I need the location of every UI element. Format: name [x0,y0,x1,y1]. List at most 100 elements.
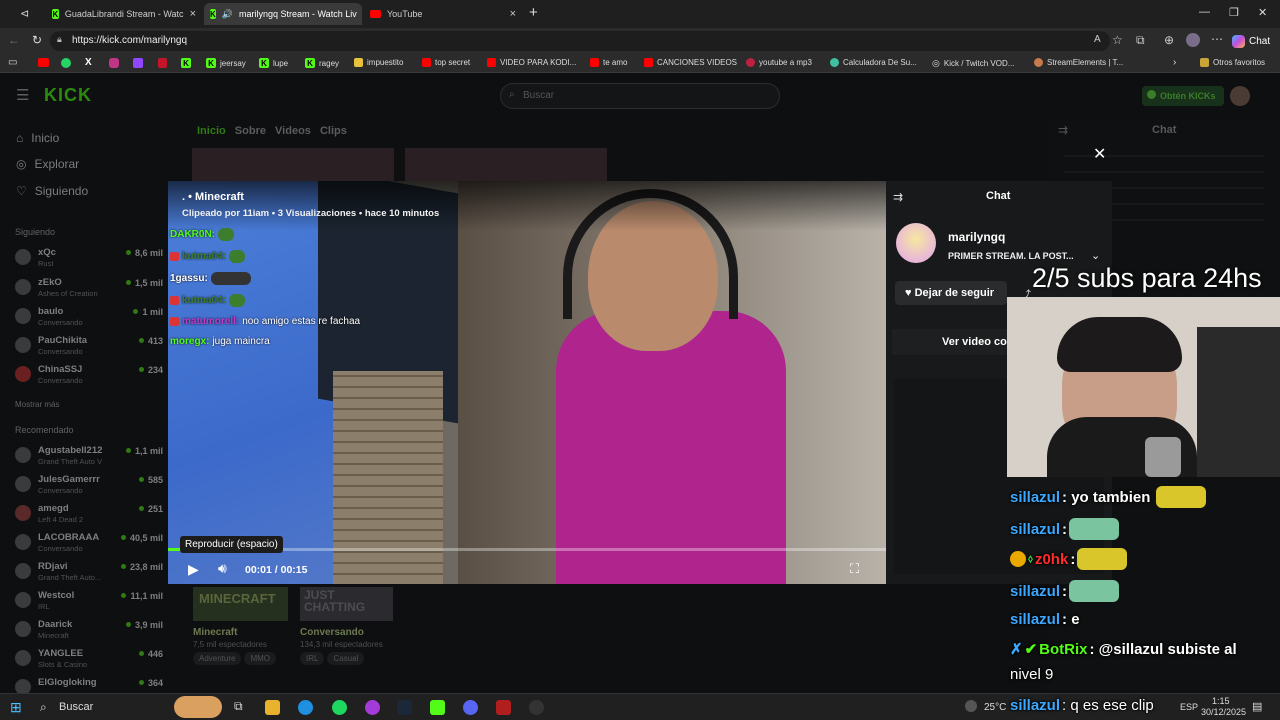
windows-start-icon[interactable]: ⊞ [10,699,22,716]
clock-time[interactable]: 1:15 [1212,696,1230,706]
channel-baulo[interactable]: baulo Conversando 1 mil [15,305,163,331]
notifications-icon[interactable]: ▤ [1252,700,1262,713]
more-menu-icon[interactable]: ⋯ [1211,32,1223,46]
back-icon[interactable]: ← [8,33,20,47]
unfollow-button[interactable]: ♥ Dejar de seguir [895,281,1007,305]
category-tag[interactable]: IRL [300,652,325,665]
sidebar-item-explorar[interactable]: ◎ Explorar [16,157,79,171]
search-highlight-image[interactable] [174,696,222,718]
kick-bookmark-icon[interactable]: K [181,58,191,68]
channel-chinassj[interactable]: ChinaSSJ Conversando 234 [15,363,163,389]
voicemod-icon[interactable] [496,700,511,715]
bookmark-canciones[interactable]: CANCIONES VIDEOS [644,58,737,67]
collections-icon[interactable]: ⊕ [1164,33,1174,47]
get-kicks-button[interactable]: Obtén KICKs [1142,86,1224,106]
channel-rdjavi[interactable]: RDjavi Grand Theft Auto... 23,8 mil [15,560,163,586]
chevron-down-icon[interactable]: ⌄ [1091,249,1100,262]
whatsapp-bookmark-icon[interactable] [61,58,71,68]
volume-icon[interactable]: 🔊︎ [218,560,227,577]
collapse-chat-icon[interactable]: ⇉ [893,190,903,204]
tab-marilyngq[interactable]: K 🔊 marilyngq Stream - Watch Liv × [204,3,362,25]
youtube-bookmark-icon[interactable] [38,58,49,67]
category-tag[interactable]: Casual [327,652,365,665]
channel-zeko[interactable]: zEkO Ashes of Creation 1,5 mil [15,276,163,302]
category-tag[interactable]: MMO [244,652,277,665]
bookmark-jeersay[interactable]: Kjeersay [206,58,246,68]
bookmark-te-amo[interactable]: te amo [590,58,627,67]
streamer-avatar[interactable] [896,223,936,263]
sidebar-item-siguiendo[interactable]: ♡ Siguiendo [16,184,88,198]
tab-youtube[interactable]: YouTube × [364,3,522,25]
channel-agustabell212[interactable]: Agustabell212 Grand Theft Auto V 1,1 mil [15,444,163,470]
spotify-icon[interactable] [332,700,347,715]
tab-inicio[interactable]: Inicio [197,125,226,137]
category-tag[interactable]: Adventure [193,652,242,665]
favorite-star-icon[interactable]: ☆ [1112,33,1123,47]
language-indicator[interactable]: ESP [1180,702,1198,712]
channel-xqc[interactable]: xQc Rust 8,6 mil [15,246,163,272]
channel-yanglee[interactable]: YANGLEE Slots & Casino 446 [15,647,163,673]
channel-julesgamerrr[interactable]: JulesGamerrr Conversando 585 [15,473,163,499]
restore-icon[interactable]: ❐ [1229,6,1239,19]
new-tab-icon[interactable]: + [529,4,538,21]
category-card-minecraft[interactable]: MINECRAFT Minecraft 7,5 mil espectadores… [193,587,288,665]
kick-logo[interactable]: KICK [44,85,92,106]
file-explorer-icon[interactable] [265,700,280,715]
steam-icon[interactable] [397,700,412,715]
bookmark-video-kodi[interactable]: VIDEO PARA KODI... [487,58,576,67]
clip-video-player[interactable]: . • Minecraft Clipeado por 11iam • 3 Vis… [168,181,886,584]
weather-temp[interactable]: 25°C [984,702,1006,713]
obs-icon[interactable] [529,700,544,715]
close-modal-icon[interactable]: ✕ [1093,144,1106,164]
task-view-icon[interactable]: ⧉ [234,699,243,714]
x-bookmark-icon[interactable]: X [85,57,92,68]
bookmark-ragey[interactable]: Kragey [305,58,339,68]
instagram-bookmark-icon[interactable] [109,58,119,68]
bookmark-streamelements[interactable]: StreamElements | T... [1034,58,1123,67]
bookmark-otros-favoritos[interactable]: Otros favoritos [1200,58,1265,67]
bookmark-kick-twitch-vod[interactable]: ◎ Kick / Twitch VOD... [932,58,1014,69]
channel-amegd[interactable]: amegd Left 4 Dead 2 251 [15,502,163,528]
channel-lacobraaa[interactable]: LACOBRAAA Conversando 40,5 mil [15,531,163,557]
bookmark-lupe[interactable]: Klupe [259,58,288,68]
close-window-icon[interactable]: ✕ [1258,6,1267,19]
discord-icon[interactable] [463,700,478,715]
tab-actions-icon[interactable]: ⊲ [20,7,29,20]
taskbar-search[interactable]: Buscar [59,701,93,713]
pinterest-bookmark-icon[interactable] [158,58,167,68]
canva-icon[interactable] [365,700,380,715]
kick-app-icon[interactable] [430,700,445,715]
bookmark-calculadora[interactable]: Calculadora De Su... [830,58,917,67]
copilot-chat-button[interactable]: Chat [1232,32,1276,50]
bookmark-youtube-mp3[interactable]: youtube a mp3 [746,58,812,67]
tab-guadalibrandi[interactable]: K GuadaLibrandi Stream - Watc × [46,3,202,25]
tab-clips[interactable]: Clips [320,125,347,137]
clip-thumbnail[interactable] [192,148,394,181]
weather-icon[interactable] [965,700,977,712]
close-tab-icon[interactable]: × [190,8,196,20]
hamburger-menu-icon[interactable]: ☰ [16,86,29,104]
sidebar-item-inicio[interactable]: ⌂ Inicio [16,131,59,145]
clip-thumbnail[interactable] [405,148,607,181]
twitch-bookmark-icon[interactable] [133,58,143,68]
speaker-icon[interactable]: 🔊 [222,9,233,20]
bookmark-top-secret[interactable]: top secret [422,58,470,67]
fullscreen-icon[interactable]: ⛶ [850,561,859,577]
channel-westcol[interactable]: Westcol IRL 11,1 mil [15,589,163,615]
streamer-name[interactable]: marilyngq [948,230,1005,244]
clock-date[interactable]: 30/12/2025 [1201,707,1246,717]
extensions-icon[interactable]: ⧉ [1136,33,1145,48]
profile-avatar[interactable] [1186,33,1200,47]
tab-videos[interactable]: Videos [275,125,311,137]
minimize-icon[interactable]: — [1199,6,1210,18]
collapse-chat-icon[interactable]: ⇉ [1058,123,1068,137]
url-field[interactable]: 🔒︎ https://kick.com/marilyngq A [50,31,1110,51]
category-card-conversando[interactable]: JUST CHATTING Conversando 134,3 mil espe… [300,587,393,665]
channel-daarick[interactable]: Daarick Minecraft 3,9 mil [15,618,163,644]
edge-icon[interactable] [298,700,313,715]
lock-icon[interactable]: 🔒︎ [57,34,62,45]
search-input[interactable]: ⌕ Buscar [500,83,780,109]
reload-icon[interactable]: ↻ [32,33,42,47]
play-icon[interactable]: ▶ [188,561,199,578]
clip-category[interactable]: . • Minecraft [182,191,244,203]
